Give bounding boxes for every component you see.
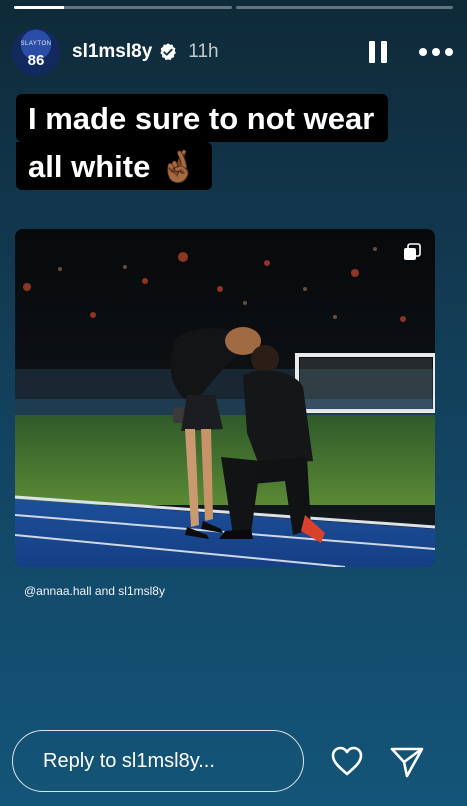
post-photo	[15, 229, 435, 567]
caption-line-1: I made sure to not wear	[16, 94, 389, 142]
caption-text: all white	[28, 149, 151, 184]
avatar-jersey-name: SLAYTON	[20, 41, 52, 47]
heart-icon[interactable]	[330, 745, 364, 777]
tagged-user-link[interactable]: @annaa.hall	[24, 584, 92, 598]
post-time: 11h	[188, 41, 219, 62]
username[interactable]: sl1msl8y	[72, 41, 152, 63]
crossed-fingers-emoji: 🤞🏾	[158, 149, 198, 184]
verified-badge-icon	[158, 42, 178, 62]
send-icon[interactable]	[390, 745, 424, 779]
more-icon[interactable]	[419, 39, 453, 65]
pause-icon[interactable]	[367, 39, 389, 65]
story-caption: I made sure to not wear all white 🤞🏾	[16, 94, 389, 190]
reply-input[interactable]: Reply to sl1msl8y...	[12, 730, 304, 792]
post-attribution: @annaa.hall and sl1msl8y	[24, 584, 165, 598]
attribution-connector: and	[94, 584, 115, 598]
shared-post-card[interactable]	[15, 229, 435, 567]
reply-placeholder: Reply to sl1msl8y...	[43, 749, 215, 772]
avatar[interactable]: SLAYTON 86	[12, 28, 60, 76]
story-progress-segment	[235, 6, 453, 9]
story-progress-segment	[14, 6, 232, 9]
story-header: SLAYTON 86 sl1msl8y 11h	[12, 28, 453, 76]
story-progress-bar	[14, 6, 453, 9]
post-author-link[interactable]: sl1msl8y	[118, 584, 165, 598]
multiple-photos-icon	[404, 243, 421, 260]
avatar-jersey-number: 86	[27, 52, 45, 69]
caption-line-2: all white 🤞🏾	[16, 142, 212, 190]
